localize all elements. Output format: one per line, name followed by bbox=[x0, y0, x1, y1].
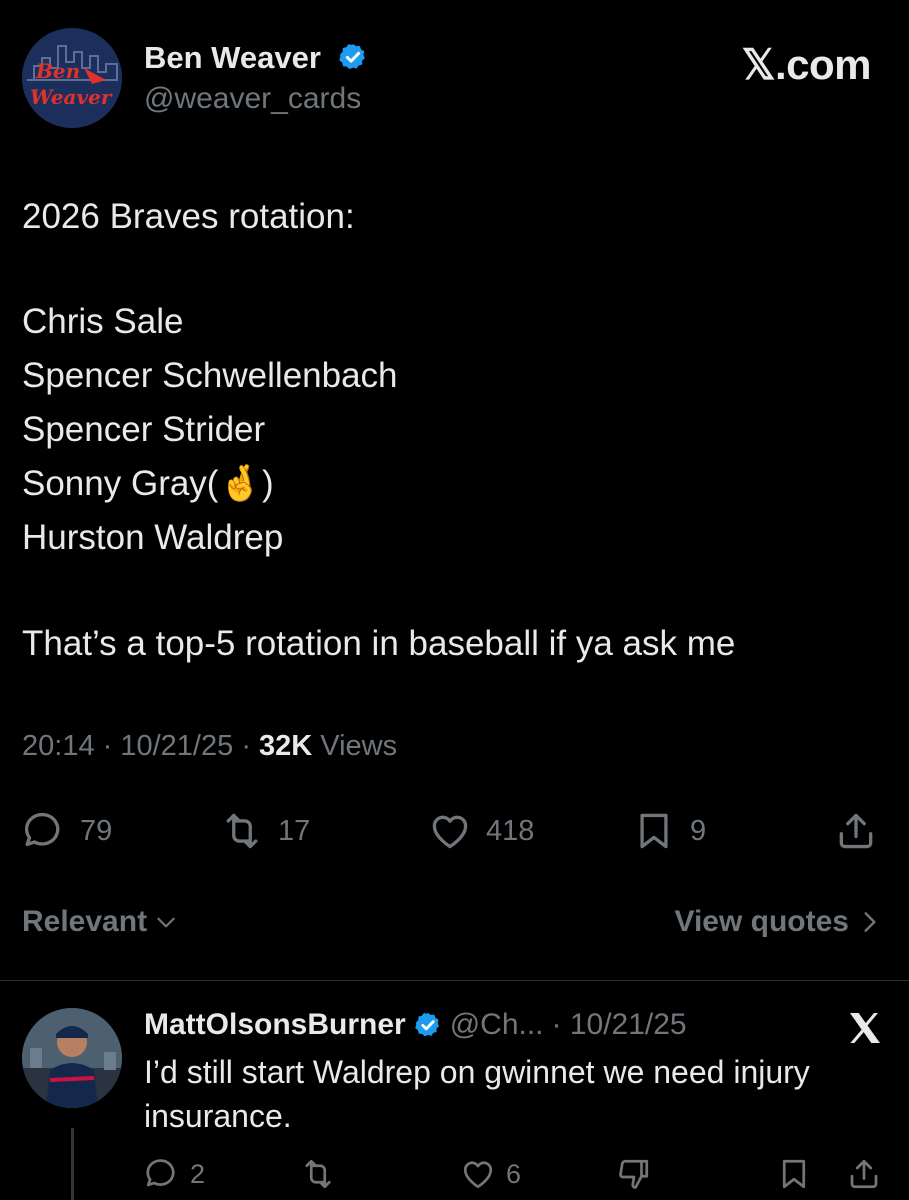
reply-share-button[interactable] bbox=[846, 1154, 882, 1194]
reply-like-count: 6 bbox=[506, 1158, 522, 1189]
x-brand-logo: 𝕏.com bbox=[741, 41, 872, 88]
bookmark-icon bbox=[640, 813, 668, 849]
repost-button[interactable]: 17 bbox=[220, 808, 310, 854]
repost-icon bbox=[305, 1159, 331, 1189]
author-avatar[interactable]: Ben Weaver bbox=[22, 28, 122, 128]
author-handle[interactable]: @weaver_cards bbox=[144, 82, 361, 116]
reply-date[interactable]: · 10/21/25 bbox=[552, 1008, 687, 1042]
sort-label: Relevant bbox=[22, 905, 148, 938]
author-name[interactable]: Ben Weaver bbox=[144, 40, 368, 76]
tweet-line-3: Spencer Schwellenbach bbox=[22, 356, 398, 395]
share-button[interactable] bbox=[834, 808, 878, 854]
reply-author-handle[interactable]: @Ch... bbox=[450, 1008, 544, 1042]
tweet-line-5: Sonny Gray(🤞) bbox=[22, 464, 274, 503]
views-label: Views bbox=[320, 730, 398, 762]
bookmark-icon bbox=[782, 1159, 806, 1189]
braves-logo-avatar: Ben Weaver bbox=[22, 28, 122, 128]
reply-dislike-button[interactable] bbox=[616, 1154, 652, 1194]
heart-icon bbox=[432, 815, 468, 849]
svg-text:Ben: Ben bbox=[35, 59, 80, 83]
thread-line bbox=[71, 1128, 74, 1200]
bookmark-button[interactable]: 9 bbox=[632, 808, 706, 854]
view-quotes-label: View quotes bbox=[674, 905, 850, 938]
verified-badge-icon bbox=[338, 43, 365, 70]
view-quotes-link[interactable]: View quotes bbox=[675, 905, 882, 939]
tweet-line-4: Spencer Strider bbox=[22, 410, 266, 449]
reply-reply-button[interactable]: 2 bbox=[144, 1154, 205, 1194]
views-count: 32K bbox=[259, 730, 313, 762]
share-icon bbox=[850, 1159, 878, 1189]
tweet-meta: 20:14 · 10/21/25 · 32K Views bbox=[22, 730, 397, 763]
sort-dropdown[interactable]: Relevant bbox=[22, 905, 179, 939]
reply-repost-button[interactable] bbox=[300, 1154, 336, 1194]
reply-reply-count: 2 bbox=[190, 1158, 206, 1189]
repost-count: 17 bbox=[278, 814, 311, 847]
svg-text:Weaver: Weaver bbox=[30, 85, 113, 109]
tweet-line-1: 2026 Braves rotation: bbox=[22, 197, 355, 236]
tweet-line-2: Chris Sale bbox=[22, 302, 184, 341]
reply-button[interactable]: 79 bbox=[22, 808, 112, 854]
tweet-date[interactable]: 10/21/25 bbox=[120, 730, 233, 762]
author-name-text: Ben Weaver bbox=[144, 40, 321, 75]
like-button[interactable]: 418 bbox=[428, 808, 534, 854]
reply-bubble-icon bbox=[146, 1159, 175, 1187]
verified-badge-icon bbox=[414, 1012, 439, 1037]
reply-like-button[interactable]: 6 bbox=[460, 1154, 521, 1194]
reply-author-avatar[interactable] bbox=[22, 1008, 122, 1108]
heart-icon bbox=[463, 1161, 493, 1189]
player-photo bbox=[22, 1008, 122, 1108]
chevron-right-icon bbox=[864, 912, 876, 932]
share-icon bbox=[839, 813, 873, 849]
meta-separator: · bbox=[102, 730, 121, 762]
tweet-time[interactable]: 20:14 bbox=[22, 730, 95, 762]
tweet-line-6: Hurston Waldrep bbox=[22, 518, 284, 557]
divider bbox=[0, 980, 909, 981]
reply-bookmark-button[interactable] bbox=[776, 1154, 812, 1194]
repost-icon bbox=[226, 813, 258, 849]
reply-bubble-icon bbox=[24, 813, 60, 847]
reply-count: 79 bbox=[80, 814, 113, 847]
bookmark-count: 9 bbox=[690, 814, 707, 847]
tweet-line-7: That’s a top-5 rotation in baseball if y… bbox=[22, 624, 736, 663]
reply-author-name[interactable]: MattOlsonsBurner bbox=[144, 1008, 406, 1042]
like-count: 418 bbox=[486, 814, 535, 847]
meta-separator: · bbox=[241, 730, 260, 762]
chevron-down-icon bbox=[157, 917, 175, 928]
reply-text: I’d still start Waldrep on gwinnet we ne… bbox=[144, 1054, 810, 1134]
reply-header: MattOlsonsBurner @Ch... · 10/21/25 bbox=[144, 1008, 687, 1042]
thumbs-down-icon bbox=[619, 1159, 649, 1189]
